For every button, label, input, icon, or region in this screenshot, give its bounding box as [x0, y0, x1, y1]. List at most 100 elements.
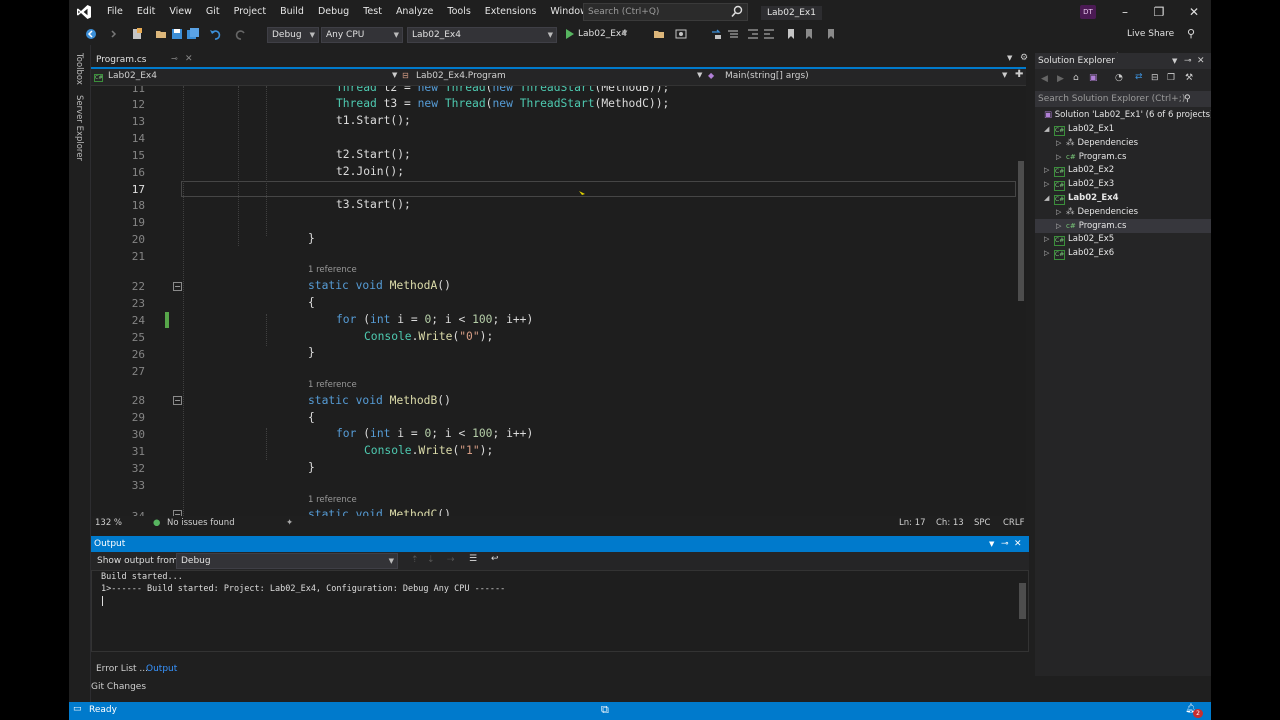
- chevron-down-icon[interactable]: ▼: [697, 71, 702, 79]
- chevron-down-icon[interactable]: ▼: [392, 71, 397, 79]
- forward-icon[interactable]: ▶: [1057, 74, 1064, 84]
- run-target-label[interactable]: Lab02_Ex4: [578, 29, 627, 39]
- chevron-down-icon[interactable]: ▼: [989, 536, 994, 552]
- back-icon[interactable]: ◀: [1041, 74, 1048, 84]
- collapsed-arrow-icon[interactable]: ▷: [1044, 163, 1054, 177]
- navigate-back-icon[interactable]: [85, 28, 97, 40]
- toolbox-tab[interactable]: Toolbox: [74, 53, 84, 85]
- avatar[interactable]: DT: [1080, 5, 1096, 19]
- navigate-forward-icon[interactable]: [107, 28, 119, 40]
- nav-project-dropdown[interactable]: Lab02_Ex4: [108, 71, 157, 81]
- code-editor[interactable]: 11 12 13 14 15 16 17 18 19 20 21 22 23 24 25 26 27 28 29 30…: [91, 86, 1026, 516]
- clear-all-icon[interactable]: ☰: [469, 554, 477, 564]
- save-icon[interactable]: [171, 28, 183, 40]
- tree-item[interactable]: ◢ C# Lab02_Ex1: [1035, 122, 1211, 136]
- solution-name-badge[interactable]: Lab02_Ex1: [761, 6, 822, 20]
- menu-item-git[interactable]: Git: [199, 0, 227, 24]
- collapse-methodb-icon[interactable]: −: [173, 396, 182, 405]
- tab-list-icon[interactable]: ▼: [1007, 54, 1012, 62]
- tab-program-cs[interactable]: Program.cs: [92, 53, 172, 67]
- menu-item-tools[interactable]: Tools: [440, 0, 477, 24]
- live-share-button[interactable]: Live Share: [1127, 29, 1174, 39]
- notification-center-icon[interactable]: ⧉: [601, 703, 609, 717]
- menu-item-project[interactable]: Project: [227, 0, 274, 24]
- browse-folder-icon[interactable]: [653, 28, 665, 40]
- expanded-arrow-icon[interactable]: ◢: [1044, 122, 1054, 136]
- collapsed-arrow-icon[interactable]: ▷: [1044, 246, 1054, 260]
- pin-icon[interactable]: ⊸: [1001, 536, 1009, 552]
- search-box[interactable]: Search (Ctrl+Q): [583, 3, 748, 21]
- output-source-dropdown[interactable]: Debug ▼: [176, 553, 398, 569]
- close-tab-icon[interactable]: ✕: [185, 54, 193, 64]
- expanded-arrow-icon[interactable]: ◢: [1044, 191, 1054, 205]
- tree-item[interactable]: ▷ C# Lab02_Ex6: [1035, 246, 1211, 261]
- find-next-icon[interactable]: ⇣: [427, 555, 435, 565]
- pin-icon[interactable]: ⊸: [1184, 53, 1192, 69]
- scroll-thumb[interactable]: [1019, 583, 1026, 619]
- codelens-reference[interactable]: 1 reference: [308, 495, 357, 505]
- menu-item-test[interactable]: Test: [356, 0, 389, 24]
- redo-icon[interactable]: [235, 28, 247, 40]
- pending-changes-icon[interactable]: ◔: [1115, 73, 1123, 83]
- output-text-area[interactable]: Build started... 1>------ Build started:…: [91, 570, 1029, 652]
- open-folder-icon[interactable]: [155, 28, 167, 40]
- undo-icon[interactable]: [209, 28, 221, 40]
- chevron-down-icon[interactable]: ▼: [1172, 53, 1177, 69]
- sync-icon[interactable]: ⇄: [1135, 72, 1143, 82]
- collapse-methoda-icon[interactable]: −: [173, 282, 182, 291]
- close-icon[interactable]: ✕: [1014, 536, 1022, 552]
- collapsed-arrow-icon[interactable]: ▷: [1056, 205, 1066, 219]
- chevron-down-icon[interactable]: ▼: [622, 29, 627, 37]
- tree-item[interactable]: ▷ C# Lab02_Ex2: [1035, 163, 1211, 178]
- menu-item-view[interactable]: View: [162, 0, 199, 24]
- restore-icon[interactable]: ❐: [1151, 4, 1167, 20]
- step-icon[interactable]: [711, 28, 723, 40]
- properties-icon[interactable]: ⚒: [1185, 73, 1193, 83]
- whitespace-mode[interactable]: SPC: [974, 518, 990, 528]
- collapsed-arrow-icon[interactable]: ▷: [1056, 219, 1066, 233]
- close-icon[interactable]: ✕: [1186, 4, 1202, 20]
- tab-error-list[interactable]: Error List ...: [96, 664, 148, 674]
- tree-item[interactable]: ▷ c# Program.cs: [1035, 218, 1211, 233]
- show-all-files-icon[interactable]: ❐: [1167, 73, 1175, 83]
- bookmark-icon[interactable]: [785, 28, 797, 40]
- tree-item[interactable]: ▷ C# Lab02_Ex3: [1035, 177, 1211, 192]
- menu-item-build[interactable]: Build: [273, 0, 311, 24]
- nav-class-dropdown[interactable]: Lab02_Ex4.Program: [416, 71, 506, 81]
- pin-icon[interactable]: ⊸: [171, 54, 178, 63]
- codelens-reference[interactable]: 1 reference: [308, 380, 357, 390]
- startup-project-dropdown[interactable]: Lab02_Ex4 ▼: [407, 27, 557, 43]
- tree-item[interactable]: ▷ c# Program.cs: [1035, 150, 1211, 164]
- home-icon[interactable]: ⌂: [1073, 73, 1079, 83]
- next-bookmark-icon[interactable]: [825, 28, 837, 40]
- tree-solution[interactable]: ▣ Solution 'Lab02_Ex1' (6 of 6 projects): [1035, 108, 1211, 122]
- issues-status[interactable]: No issues found: [167, 518, 235, 528]
- collapsed-arrow-icon[interactable]: ▷: [1056, 150, 1066, 164]
- switch-views-icon[interactable]: ▣: [1089, 73, 1098, 83]
- platform-dropdown[interactable]: Any CPU ▼: [321, 27, 403, 43]
- menu-item-edit[interactable]: Edit: [130, 0, 162, 24]
- minimize-icon[interactable]: –: [1117, 4, 1133, 20]
- indent-icon[interactable]: [747, 28, 759, 40]
- zoom-level[interactable]: 132 %: [95, 518, 122, 528]
- configuration-dropdown[interactable]: Debug ▼: [267, 27, 319, 43]
- server-explorer-tab[interactable]: Server Explorer: [74, 95, 84, 161]
- chevron-down-icon[interactable]: ▼: [1002, 71, 1007, 79]
- line-ending[interactable]: CRLF: [1003, 518, 1024, 528]
- outdent-icon[interactable]: [763, 28, 775, 40]
- code-cleanup-icon[interactable]: ✦: [286, 518, 293, 528]
- collapsed-arrow-icon[interactable]: ▷: [1044, 232, 1054, 246]
- collapse-all-icon[interactable]: ⊟: [1151, 73, 1159, 83]
- prev-bookmark-icon[interactable]: [803, 28, 815, 40]
- editor-vertical-scrollbar[interactable]: [1016, 86, 1026, 516]
- tree-item[interactable]: ▷ ⁂ Dependencies: [1035, 136, 1211, 150]
- scroll-thumb[interactable]: [1018, 161, 1024, 301]
- format-icon[interactable]: [727, 28, 739, 40]
- tab-output[interactable]: Output: [146, 664, 177, 674]
- find-prev-icon[interactable]: ⇡: [411, 555, 419, 565]
- feedback-icon[interactable]: ⚲: [1187, 27, 1195, 40]
- tab-git-changes[interactable]: Git Changes: [91, 682, 146, 692]
- collapsed-arrow-icon[interactable]: ▷: [1056, 136, 1066, 150]
- go-to-line-icon[interactable]: ⇢: [447, 555, 455, 565]
- tree-item[interactable]: ▷ C# Lab02_Ex5: [1035, 232, 1211, 247]
